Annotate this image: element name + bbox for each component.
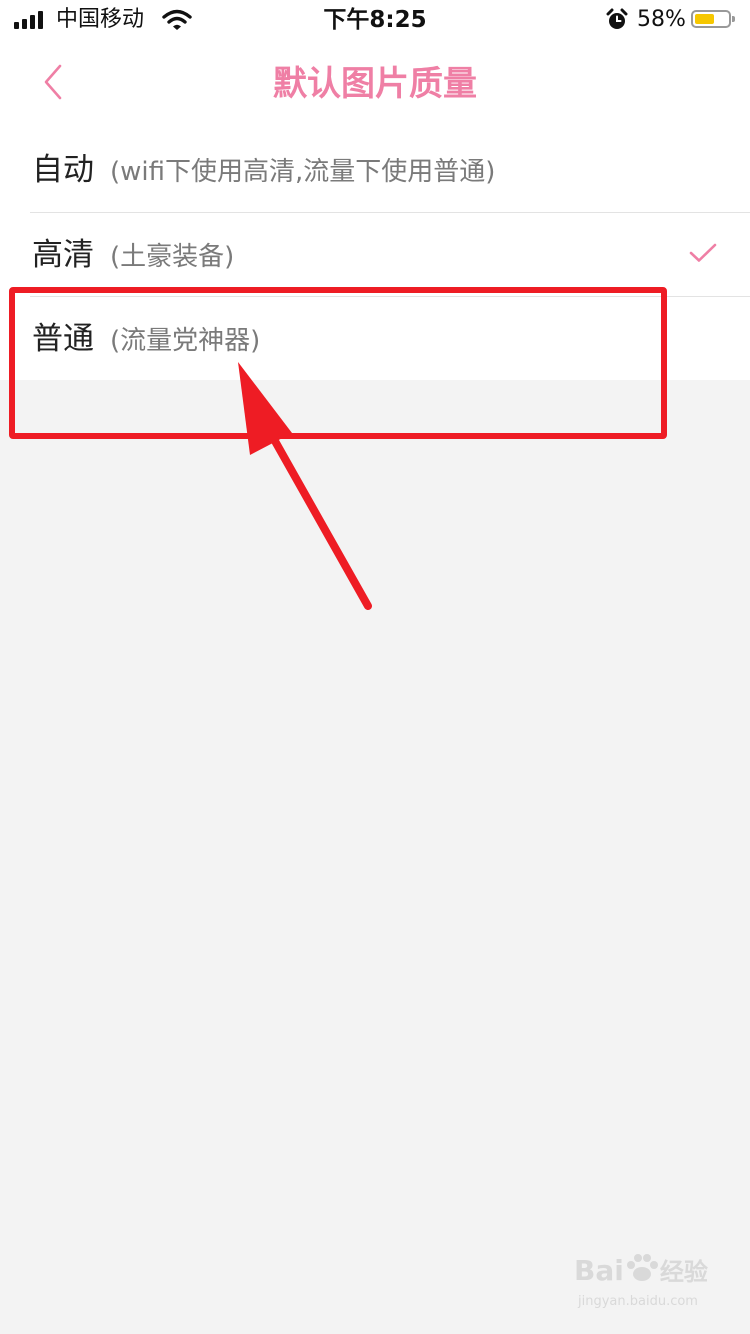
watermark-brand: Bai <box>574 1254 624 1287</box>
baidu-watermark: Bai 经验 jingyan.baidu.com <box>574 1252 708 1309</box>
watermark-suffix: 经验 <box>659 1258 708 1286</box>
annotation-arrow <box>238 362 372 610</box>
paw-icon <box>626 1254 658 1281</box>
watermark-url: jingyan.baidu.com <box>578 1294 698 1309</box>
